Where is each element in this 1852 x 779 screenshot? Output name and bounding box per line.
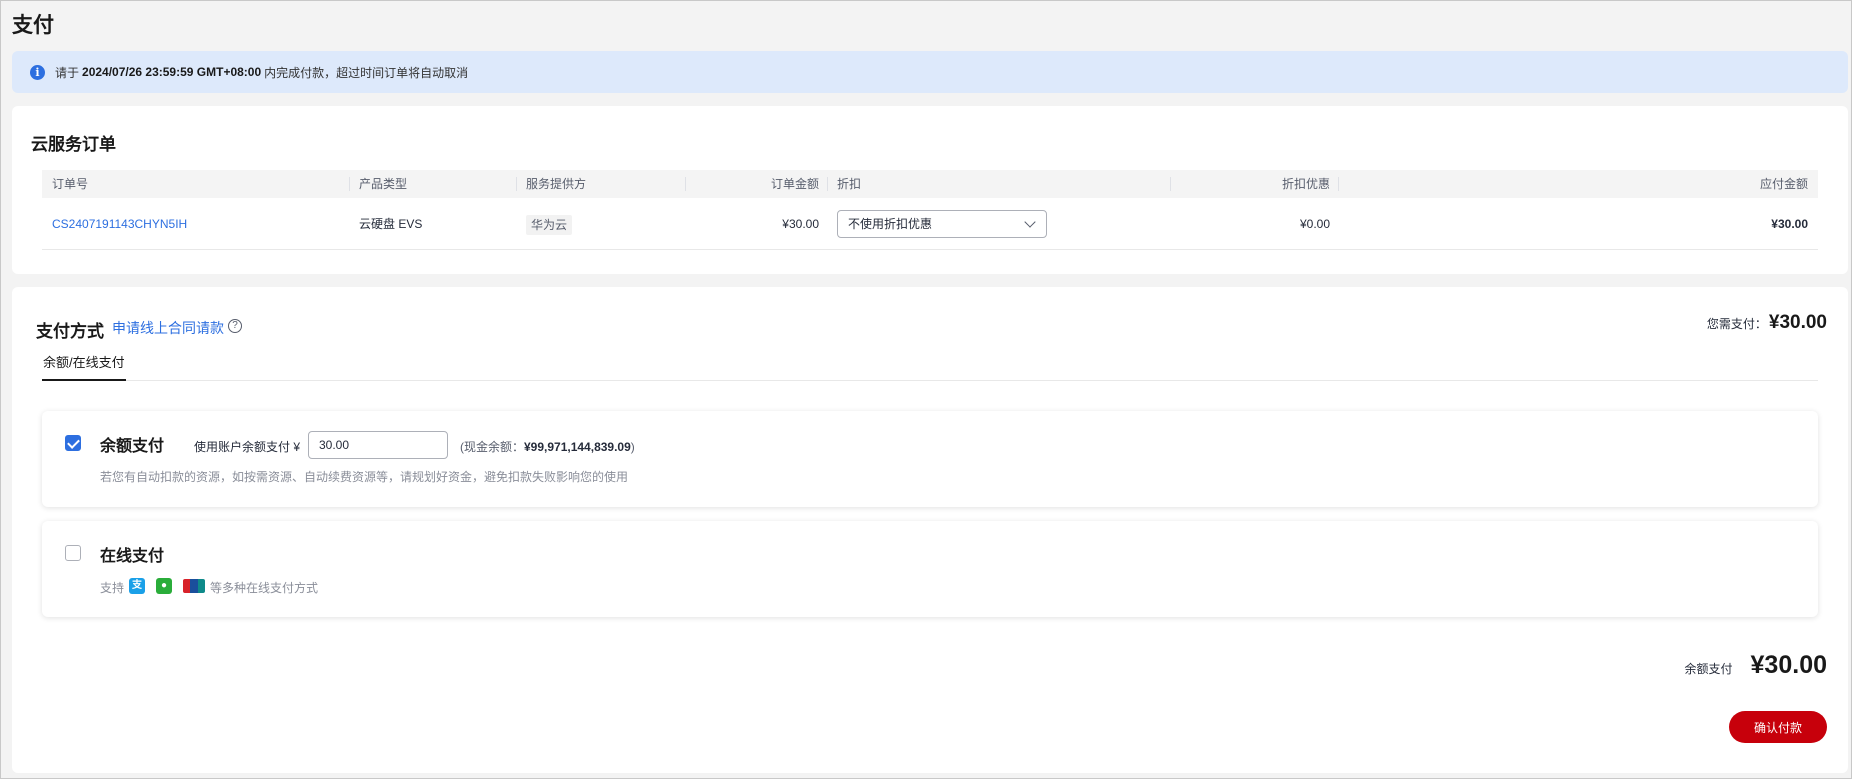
wechat-pay-icon: ● [156,578,172,594]
notice-prefix: 请于 [55,65,80,80]
total-label: 余额支付 [1684,662,1733,676]
info-icon: i [30,64,45,80]
discount-value: ¥0.00 [1299,217,1330,231]
col-discount: 折扣 [827,170,861,198]
unionpay-icon [183,579,205,593]
use-balance-label: 使用账户余额支付 ¥ [194,440,301,454]
cash-balance: (现金余额：¥99,971,144,839.09) [460,438,635,455]
balance-note: 若您有自动扣款的资源，如按需资源、自动续费资源等，请规划好资金，避免扣款失败影响… [100,470,629,484]
order-deadline-notice: i 请于 2024/07/26 23:59:59 GMT+08:00 内完成付款… [12,51,1848,93]
online-support-label: 支持 [100,581,125,595]
order-card: 云服务订单 订单号 产品类型 服务提供方 订单金额 折扣 折扣优惠 应付金额 C… [12,106,1848,274]
payable-amount: ¥30.00 [1771,217,1808,231]
notice-deadline: 2024/07/26 23:59:59 GMT+08:00 [82,65,262,79]
need-pay-label: 您需支付： [1706,317,1767,331]
help-icon[interactable]: ? [228,319,242,333]
cash-balance-value: ¥99,971,144,839.09 [524,440,631,454]
cash-balance-open: (现金余额： [460,440,524,454]
table-row: CS2407191143CHYN5IH 云硬盘 EVS 华为云 ¥30.00 不… [42,198,1818,250]
balance-title: 余额支付 [100,438,165,455]
cash-balance-close: ) [630,440,635,454]
total-amount: ¥30.00 [1750,651,1827,679]
page-title: 支付 [12,14,54,37]
online-checkbox[interactable] [65,545,81,561]
confirm-payment-button[interactable]: 确认付款 [1729,711,1827,743]
alipay-icon: 支 [129,578,145,594]
order-amount: ¥30.00 [782,217,819,231]
need-pay-amount: ¥30.00 [1768,312,1827,333]
online-support-suffix: 等多种在线支付方式 [210,581,319,595]
provider-tag: 华为云 [526,214,573,235]
col-discount-value: 折扣优惠 [1170,170,1338,198]
discount-select-value: 不使用折扣优惠 [848,217,933,231]
payment-card: 支付方式 申请线上合同请款 ? 您需支付： ¥30.00 余额/在线支付 余额支… [12,287,1848,773]
total-summary: 余额支付 ¥30.00 [1685,651,1827,680]
online-title: 在线支付 [100,548,165,565]
balance-payment-option[interactable]: 余额支付 使用账户余额支付 ¥ (现金余额：¥99,971,144,839.09… [42,411,1818,507]
col-product-type: 产品类型 [349,170,407,198]
col-payable: 应付金额 [1338,170,1818,198]
notice-suffix: 内完成付款，超过时间订单将自动取消 [264,65,469,80]
product-type: 云硬盘 EVS [359,217,423,231]
col-provider: 服务提供方 [516,170,586,198]
balance-amount-input[interactable] [308,431,448,459]
order-number-link[interactable]: CS2407191143CHYN5IH [52,198,187,250]
order-table-header: 订单号 产品类型 服务提供方 订单金额 折扣 折扣优惠 应付金额 [42,170,1818,198]
apply-contract-link[interactable]: 申请线上合同请款 [112,318,224,338]
balance-checkbox[interactable] [65,435,81,451]
online-payment-option[interactable]: 在线支付 支持 支 ● 等多种在线支付方式 [42,521,1818,617]
order-section-title: 云服务订单 [31,135,116,154]
need-pay-summary: 您需支付： ¥30.00 [1707,312,1827,334]
col-order-no: 订单号 [52,177,89,191]
tab-balance-online[interactable]: 余额/在线支付 [42,352,126,381]
discount-select[interactable]: 不使用折扣优惠 [837,210,1047,238]
chevron-down-icon [1024,216,1036,228]
payment-tabs: 余额/在线支付 [42,339,1818,381]
col-order-amount: 订单金额 [685,170,827,198]
